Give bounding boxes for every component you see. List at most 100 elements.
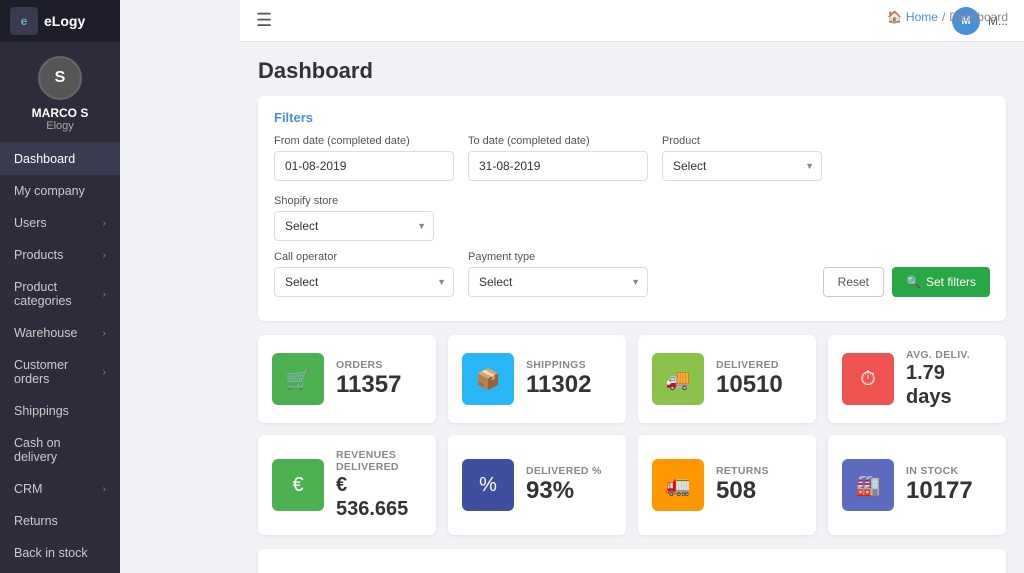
filter-actions: Reset 🔍 Set filters bbox=[823, 267, 990, 297]
call-operator-label: Call operator bbox=[274, 251, 454, 263]
topbar: ☰ 🏠 Home / Dashboard M M... bbox=[240, 0, 1024, 42]
payment-type-wrapper: Select bbox=[468, 267, 648, 297]
to-date-label: To date (completed date) bbox=[468, 135, 648, 147]
sidebar-item-label: Products bbox=[14, 248, 63, 262]
stat-icon: 📦 bbox=[462, 353, 514, 405]
sidebar-item-label: Back in stock bbox=[14, 546, 88, 560]
stat-value: 10510 bbox=[716, 371, 802, 400]
from-date-input[interactable] bbox=[274, 151, 454, 181]
stat-label: ORDERS bbox=[336, 359, 422, 371]
stat-label: REVENUES DELIVERED bbox=[336, 449, 422, 473]
stat-label: DELIVERED bbox=[716, 359, 802, 371]
chevron-right-icon: › bbox=[103, 218, 106, 229]
search-icon: 🔍 bbox=[906, 275, 921, 289]
chevron-right-icon: › bbox=[103, 367, 106, 378]
sidebar-item-returns[interactable]: Returns bbox=[0, 505, 120, 537]
sidebar-item-label: Customer orders bbox=[14, 358, 103, 386]
sidebar-item-label: Product categories bbox=[14, 280, 103, 308]
hamburger-icon[interactable]: ☰ bbox=[256, 10, 272, 31]
main-content: Dashboard Filters From date (completed d… bbox=[240, 42, 1024, 573]
stat-info: RETURNS508 bbox=[716, 465, 802, 506]
from-date-group: From date (completed date) bbox=[274, 135, 454, 181]
stat-value: 11302 bbox=[526, 371, 612, 400]
profile-name: MARCO S bbox=[32, 106, 89, 120]
sidebar-item-crm[interactable]: CRM› bbox=[0, 473, 120, 505]
stat-label: IN STOCK bbox=[906, 465, 992, 477]
page-title: Dashboard bbox=[258, 58, 1006, 84]
sidebar-item-label: My company bbox=[14, 184, 85, 198]
sidebar-item-cash-on-delivery[interactable]: Cash on delivery bbox=[0, 427, 120, 473]
reset-button[interactable]: Reset bbox=[823, 267, 884, 297]
shopify-group: Shopify store Select bbox=[274, 195, 434, 241]
set-filters-button[interactable]: 🔍 Set filters bbox=[892, 267, 990, 297]
stat-icon: % bbox=[462, 459, 514, 511]
payment-type-group: Payment type Select bbox=[468, 251, 648, 297]
sidebar-item-call-center[interactable]: Call center› bbox=[0, 569, 120, 573]
filters-card: Filters From date (completed date) To da… bbox=[258, 96, 1006, 321]
chevron-right-icon: › bbox=[103, 250, 106, 261]
sidebar-item-warehouse[interactable]: Warehouse › bbox=[0, 317, 120, 349]
sidebar-item-label: Users bbox=[14, 216, 47, 230]
chart-container: 151050 bbox=[270, 565, 994, 573]
breadcrumb-home[interactable]: Home bbox=[906, 10, 938, 24]
stat-card-delivered-: % DELIVERED %93% bbox=[448, 435, 626, 535]
sidebar: e eLogy S MARCO S Elogy Dashboard My comp… bbox=[0, 0, 120, 573]
payment-type-label: Payment type bbox=[468, 251, 648, 263]
sidebar-item-shippings[interactable]: Shippings bbox=[0, 395, 120, 427]
filter-row-1: From date (completed date) To date (comp… bbox=[274, 135, 990, 241]
chevron-right-icon: › bbox=[103, 289, 106, 300]
to-date-input[interactable] bbox=[468, 151, 648, 181]
sidebar-item-products[interactable]: Products › bbox=[0, 239, 120, 271]
sidebar-item-product-categories[interactable]: Product categories› bbox=[0, 271, 120, 317]
sidebar-item-customer-orders[interactable]: Customer orders› bbox=[0, 349, 120, 395]
stat-info: IN STOCK10177 bbox=[906, 465, 992, 506]
sidebar-item-label: Shippings bbox=[14, 404, 69, 418]
stat-value: 1.79 days bbox=[906, 361, 992, 409]
stat-label: SHIPPINGS bbox=[526, 359, 612, 371]
avatar: S bbox=[38, 56, 82, 100]
stat-card-returns: 🚛 RETURNS508 bbox=[638, 435, 816, 535]
stat-card-in-stock: 🏭IN STOCK10177 bbox=[828, 435, 1006, 535]
profile-section: S MARCO S Elogy bbox=[0, 42, 120, 143]
sidebar-nav: DashboardMy companyUsers›Products›Produc… bbox=[0, 143, 120, 573]
stat-info: SHIPPINGS11302 bbox=[526, 359, 612, 400]
sidebar-item-label: Returns bbox=[14, 514, 58, 528]
stat-card-delivered: 🚚DELIVERED10510 bbox=[638, 335, 816, 423]
sidebar-item-back-in-stock[interactable]: Back in stock bbox=[0, 537, 120, 569]
sidebar-item-users[interactable]: Users › bbox=[0, 207, 120, 239]
stat-value: 93% bbox=[526, 477, 612, 506]
product-select[interactable]: Select bbox=[662, 151, 822, 181]
stat-info: DELIVERED %93% bbox=[526, 465, 612, 506]
home-icon: 🏠 bbox=[887, 10, 902, 24]
stat-label: DELIVERED % bbox=[526, 465, 612, 477]
filters-title: Filters bbox=[274, 110, 990, 125]
logo[interactable]: e eLogy bbox=[0, 0, 120, 42]
call-operator-select[interactable]: Select bbox=[274, 267, 454, 297]
stat-info: REVENUES DELIVERED€ 536.665 bbox=[336, 449, 422, 521]
breadcrumb-current: Dashboard bbox=[949, 10, 1008, 24]
shopify-select[interactable]: Select bbox=[274, 211, 434, 241]
stat-info: ORDERS11357 bbox=[336, 359, 422, 400]
sidebar-item-dashboard[interactable]: Dashboard bbox=[0, 143, 120, 175]
payment-type-select[interactable]: Select bbox=[468, 267, 648, 297]
breadcrumb: 🏠 Home / Dashboard bbox=[887, 10, 1008, 24]
sidebar-item-label: Cash on delivery bbox=[14, 436, 106, 464]
profile-company: Elogy bbox=[46, 120, 74, 132]
sidebar-item-my-company[interactable]: My company bbox=[0, 175, 120, 207]
logo-icon: e bbox=[10, 7, 38, 35]
sidebar-item-label: Dashboard bbox=[14, 152, 75, 166]
sidebar-item-label: Warehouse bbox=[14, 326, 77, 340]
stats-grid: 🛒ORDERS11357📦SHIPPINGS11302🚚DELIVERED105… bbox=[258, 335, 1006, 535]
chevron-right-icon: › bbox=[103, 328, 106, 339]
stat-icon: 🚛 bbox=[652, 459, 704, 511]
stat-value: € 536.665 bbox=[336, 473, 422, 521]
call-operator-wrapper: Select bbox=[274, 267, 454, 297]
shopify-select-wrapper: Select bbox=[274, 211, 434, 241]
chart-card: 151050 bbox=[258, 549, 1006, 573]
stat-info: AVG. DELIV.1.79 days bbox=[906, 349, 992, 409]
stat-card-revenues-delivered: €REVENUES DELIVERED€ 536.665 bbox=[258, 435, 436, 535]
stat-label: RETURNS bbox=[716, 465, 802, 477]
product-group: Product Select bbox=[662, 135, 822, 181]
from-date-label: From date (completed date) bbox=[274, 135, 454, 147]
stat-icon: € bbox=[272, 459, 324, 511]
